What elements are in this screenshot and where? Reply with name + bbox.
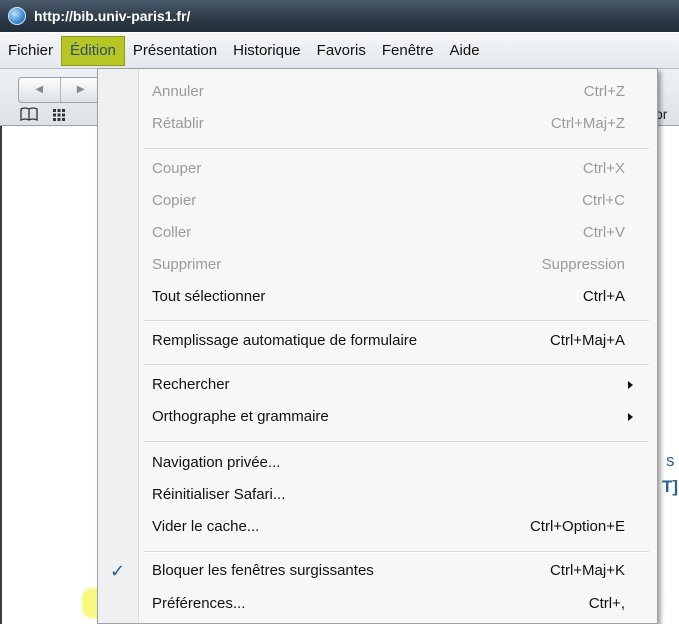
menu-item-shortcut: Ctrl+, (588, 595, 625, 612)
submenu-arrow-icon (628, 413, 633, 421)
menu-item-label: Supprimer (152, 256, 222, 273)
menu-item-shortcut: Suppression (541, 256, 625, 273)
menu-item-label: Coller (152, 224, 192, 241)
menu-item-paste[interactable]: Coller Ctrl+V (98, 218, 657, 248)
menu-favoris[interactable]: Favoris (309, 37, 374, 65)
nav-buttons: ◀ ▶ (18, 77, 102, 103)
back-button[interactable]: ◀ (19, 78, 60, 102)
menu-item-spelling[interactable]: Orthographe et grammaire (98, 402, 657, 432)
menu-item-shortcut: Ctrl+A (582, 288, 625, 305)
menu-item-label: Annuler (152, 83, 204, 100)
menu-item-label: Couper (152, 160, 202, 177)
menu-item-label: Préférences... (152, 595, 246, 612)
menu-presentation[interactable]: Présentation (125, 37, 225, 65)
checkmark-icon: ✓ (110, 561, 126, 581)
menu-item-private-browsing[interactable]: Navigation privée... (98, 448, 657, 478)
menu-item-label: Remplissage automatique de formulaire (152, 332, 418, 349)
menu-item-label: Vider le cache... (152, 518, 260, 535)
menu-item-reset-safari[interactable]: Réinitialiser Safari... (98, 480, 657, 510)
menu-item-shortcut: Ctrl+Option+E (529, 518, 625, 535)
menu-fenetre[interactable]: Fenêtre (374, 37, 442, 65)
menu-item-delete[interactable]: Supprimer Suppression (98, 250, 657, 280)
menu-separator (144, 320, 649, 322)
menu-item-label: Navigation privée... (152, 454, 281, 471)
menu-item-label: Réinitialiser Safari... (152, 486, 286, 503)
menu-item-shortcut: Ctrl+Maj+A (549, 332, 625, 349)
submenu-arrow-icon (628, 381, 633, 389)
menu-item-label: Orthographe et grammaire (152, 408, 329, 425)
page-text-fragment: T] (662, 477, 679, 496)
menu-item-label: Rechercher (152, 376, 230, 393)
menu-separator (144, 364, 649, 366)
menu-item-shortcut: Ctrl+X (582, 160, 625, 177)
window-title-bar: http://bib.univ-paris1.fr/ (0, 0, 679, 32)
menu-historique[interactable]: Historique (225, 37, 309, 65)
menu-item-shortcut: Ctrl+C (582, 192, 625, 209)
globe-icon (8, 7, 26, 25)
menu-item-shortcut: Ctrl+V (582, 224, 625, 241)
forward-button[interactable]: ▶ (59, 78, 102, 102)
menu-separator (144, 441, 649, 443)
menu-edition[interactable]: Édition (61, 35, 125, 66)
menu-item-undo[interactable]: Annuler Ctrl+Z (98, 77, 657, 107)
grid-icon[interactable] (52, 107, 66, 125)
menu-item-label: Rétablir (152, 115, 204, 132)
book-icon[interactable] (20, 107, 38, 125)
edit-menu-dropdown: Annuler Ctrl+Z Rétablir Ctrl+Maj+Z Coupe… (97, 68, 658, 624)
menu-separator (144, 148, 649, 150)
menu-item-autofill[interactable]: Remplissage automatique de formulaire Ct… (98, 326, 657, 356)
window-title-url: http://bib.univ-paris1.fr/ (34, 8, 191, 24)
menu-item-label: Copier (152, 192, 197, 209)
menu-item-empty-cache[interactable]: Vider le cache... Ctrl+Option+E (98, 512, 657, 542)
menu-item-block-popups[interactable]: ✓ Bloquer les fenêtres surgissantes Ctrl… (98, 556, 657, 586)
menu-bar: Fichier Édition Présentation Historique … (0, 33, 679, 69)
menu-item-preferences[interactable]: Préférences... Ctrl+, (98, 589, 657, 619)
menu-item-select-all[interactable]: Tout sélectionner Ctrl+A (98, 282, 657, 312)
menu-item-redo[interactable]: Rétablir Ctrl+Maj+Z (98, 109, 657, 139)
menu-separator (144, 551, 649, 553)
menu-item-shortcut: Ctrl+Maj+Z (550, 115, 625, 132)
menu-item-label: Tout sélectionner (152, 288, 266, 305)
menu-item-copy[interactable]: Copier Ctrl+C (98, 186, 657, 216)
page-text-fragment: s (666, 451, 675, 470)
menu-item-label: Bloquer les fenêtres surgissantes (152, 562, 374, 579)
menu-aide[interactable]: Aide (442, 37, 488, 65)
menu-fichier[interactable]: Fichier (0, 37, 61, 65)
menu-item-find[interactable]: Rechercher (98, 370, 657, 400)
menu-item-shortcut: Ctrl+Maj+K (549, 562, 625, 579)
menu-item-shortcut: Ctrl+Z (583, 83, 625, 100)
menu-item-cut[interactable]: Couper Ctrl+X (98, 154, 657, 184)
